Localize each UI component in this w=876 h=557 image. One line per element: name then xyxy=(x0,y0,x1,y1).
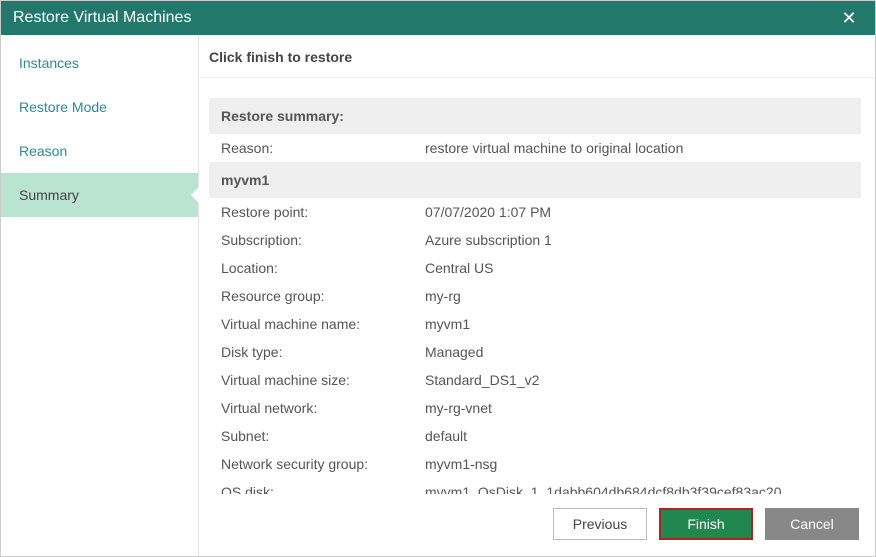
summary-row: Virtual machine size: Standard_DS1_v2 xyxy=(209,366,861,394)
summary-value: Standard_DS1_v2 xyxy=(425,372,849,388)
sidebar-item-instances[interactable]: Instances xyxy=(1,41,198,85)
summary-value: restore virtual machine to original loca… xyxy=(425,140,849,156)
sidebar-item-restore-mode[interactable]: Restore Mode xyxy=(1,85,198,129)
sidebar-item-label: Summary xyxy=(19,187,79,203)
summary-content: Restore summary: Reason: restore virtual… xyxy=(199,78,875,494)
sidebar-item-reason[interactable]: Reason xyxy=(1,129,198,173)
summary-label: Location: xyxy=(221,260,425,276)
dialog-title: Restore Virtual Machines xyxy=(13,9,835,27)
sidebar-item-label: Reason xyxy=(19,143,67,159)
summary-label: Disk type: xyxy=(221,344,425,360)
summary-row: Location: Central US xyxy=(209,254,861,282)
summary-label: Network security group: xyxy=(221,456,425,472)
summary-label: OS disk: xyxy=(221,484,425,494)
sidebar-item-label: Restore Mode xyxy=(19,99,107,115)
summary-row: Resource group: my-rg xyxy=(209,282,861,310)
previous-button[interactable]: Previous xyxy=(553,508,647,540)
finish-button[interactable]: Finish xyxy=(659,508,753,540)
cancel-button[interactable]: Cancel xyxy=(765,508,859,540)
summary-label: Restore point: xyxy=(221,204,425,220)
restore-vm-dialog: Restore Virtual Machines ✕ Instances Res… xyxy=(0,0,876,557)
summary-value: my-rg xyxy=(425,288,849,304)
summary-value: Managed xyxy=(425,344,849,360)
sidebar-item-label: Instances xyxy=(19,55,79,71)
summary-label: Subnet: xyxy=(221,428,425,444)
main-panel: Click finish to restore Restore summary:… xyxy=(199,35,875,556)
close-button[interactable]: ✕ xyxy=(835,4,863,32)
summary-value: my-rg-vnet xyxy=(425,400,849,416)
summary-value: myvm1 xyxy=(425,316,849,332)
restore-summary-header: Restore summary: xyxy=(209,98,861,134)
summary-row: Restore point: 07/07/2020 1:07 PM xyxy=(209,198,861,226)
summary-row-reason: Reason: restore virtual machine to origi… xyxy=(209,134,861,162)
summary-value: myvm1_OsDisk_1_1dabb604db684dcf8db3f39ce… xyxy=(425,484,849,494)
vm-header: myvm1 xyxy=(209,162,861,198)
page-header: Click finish to restore xyxy=(199,35,875,78)
close-icon: ✕ xyxy=(841,8,856,29)
summary-row: Virtual machine name: myvm1 xyxy=(209,310,861,338)
sidebar: Instances Restore Mode Reason Summary xyxy=(1,35,199,556)
summary-label: Resource group: xyxy=(221,288,425,304)
summary-label: Virtual machine name: xyxy=(221,316,425,332)
summary-label: Reason: xyxy=(221,140,425,156)
summary-row: Virtual network: my-rg-vnet xyxy=(209,394,861,422)
summary-label: Virtual machine size: xyxy=(221,372,425,388)
summary-label: Virtual network: xyxy=(221,400,425,416)
sidebar-item-summary[interactable]: Summary xyxy=(1,173,198,217)
summary-label: Subscription: xyxy=(221,232,425,248)
titlebar: Restore Virtual Machines ✕ xyxy=(1,1,875,35)
summary-value: default xyxy=(425,428,849,444)
summary-row: Network security group: myvm1-nsg xyxy=(209,450,861,478)
summary-row: Subnet: default xyxy=(209,422,861,450)
summary-row: Disk type: Managed xyxy=(209,338,861,366)
summary-value: myvm1-nsg xyxy=(425,456,849,472)
summary-value: Azure subscription 1 xyxy=(425,232,849,248)
summary-row: OS disk: myvm1_OsDisk_1_1dabb604db684dcf… xyxy=(209,478,861,494)
summary-value: 07/07/2020 1:07 PM xyxy=(425,204,849,220)
summary-row: Subscription: Azure subscription 1 xyxy=(209,226,861,254)
summary-value: Central US xyxy=(425,260,849,276)
footer: Previous Finish Cancel xyxy=(199,494,875,556)
